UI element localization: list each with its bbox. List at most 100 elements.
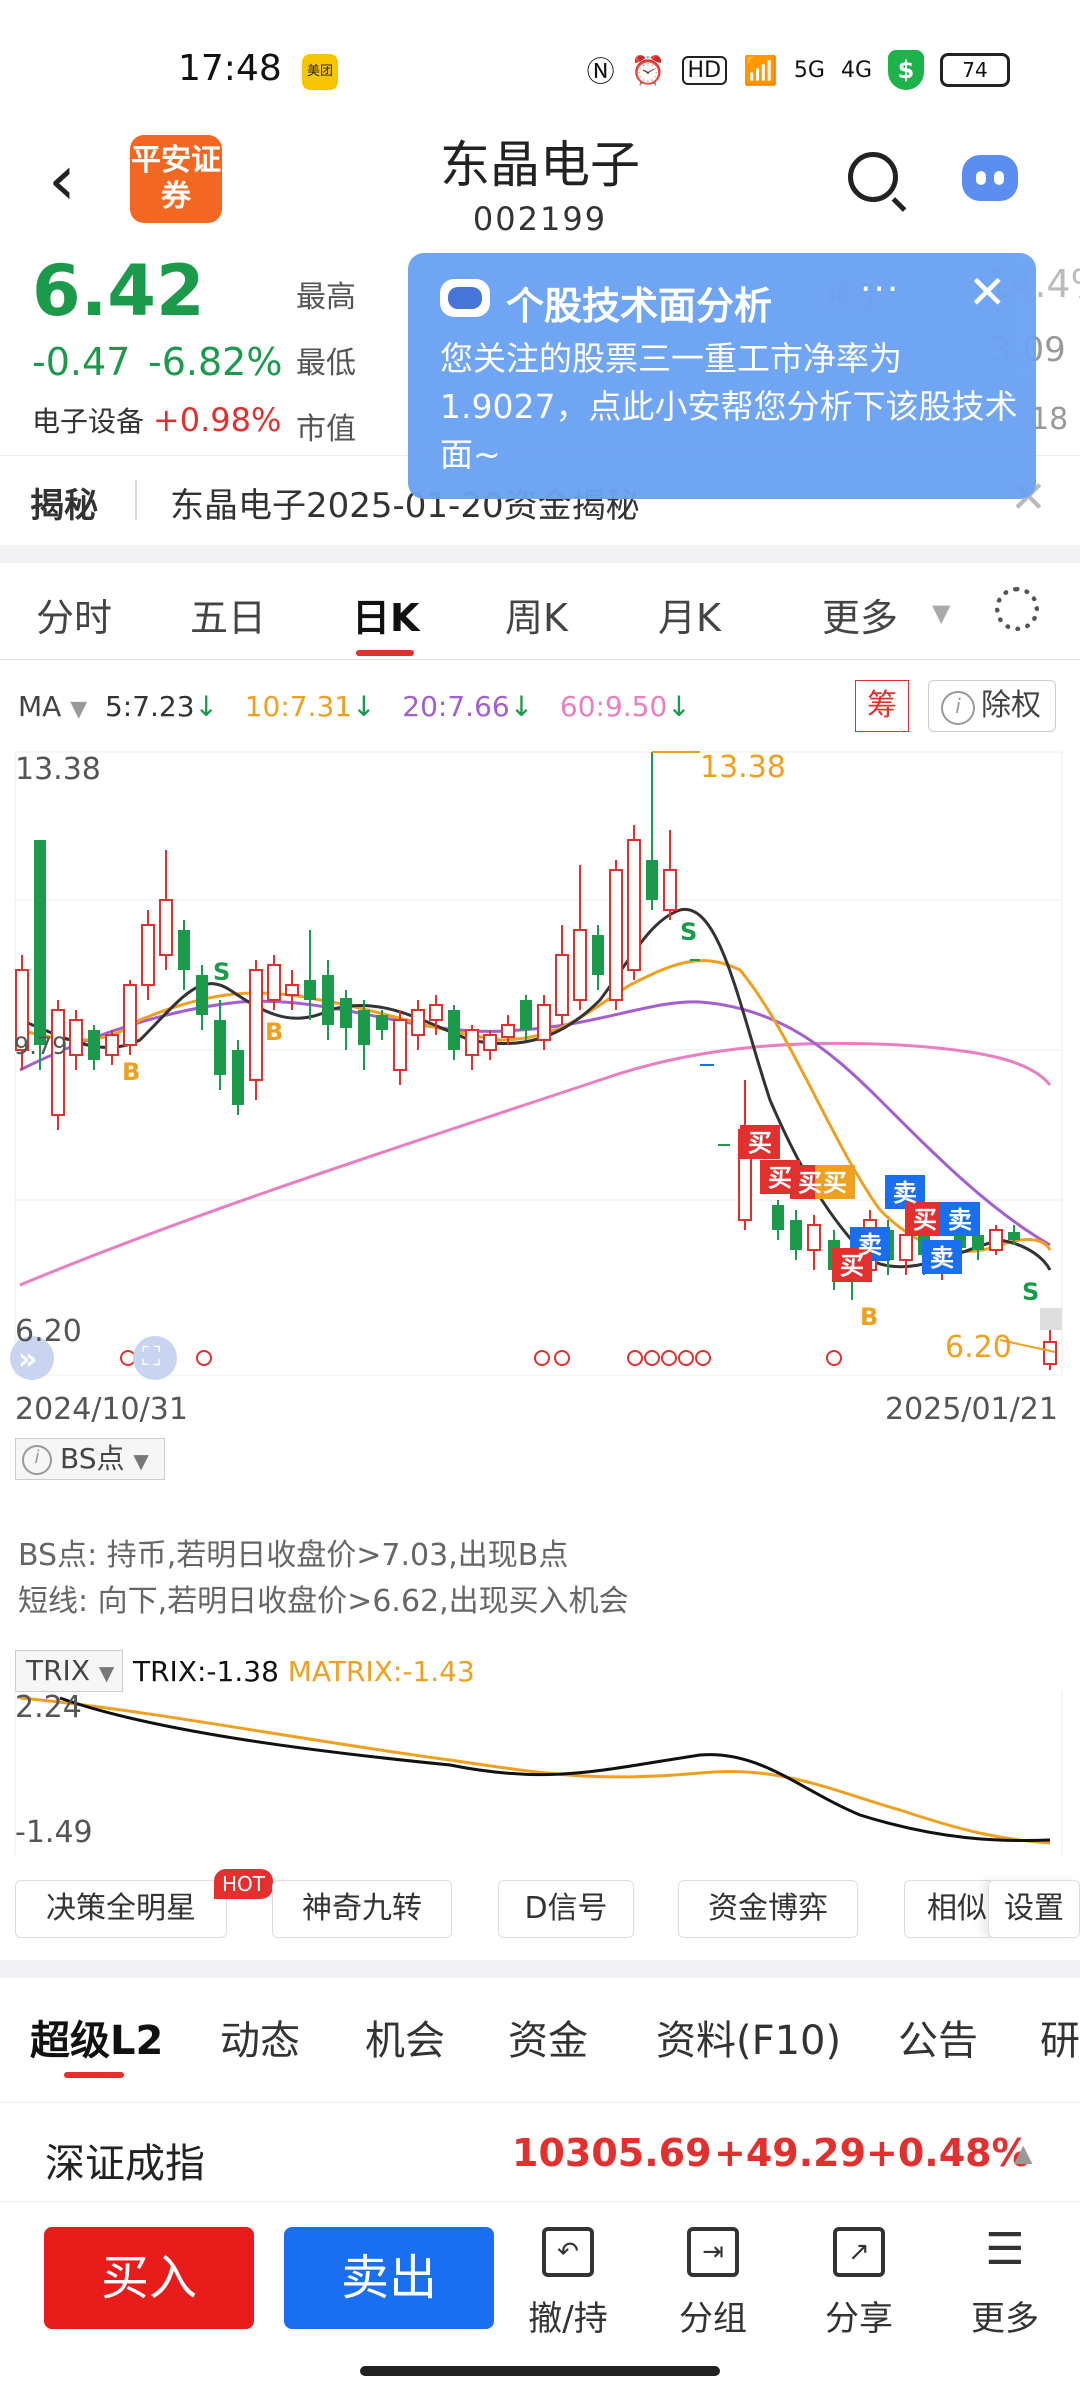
down-arrow-icon: ↓ (667, 690, 691, 723)
gear-icon[interactable] (995, 587, 1039, 631)
indicator-settings-button[interactable]: 设置 (988, 1880, 1080, 1938)
bs-label: BS点 (60, 1442, 125, 1475)
group-button[interactable]: ⇥ 分组 (668, 2227, 758, 2340)
indicator-label: 决策全明星 (46, 1891, 196, 1926)
ma60-line (19, 1041, 1052, 1287)
candlesticks (15, 752, 1057, 1370)
tab-weekly-k[interactable]: 周K (505, 587, 568, 642)
cancel-hold-button[interactable]: ↶ 撤/持 (523, 2227, 613, 2340)
trix-chart[interactable]: 2.24 -1.49 (0, 1690, 1080, 1860)
y-max-label: 13.38 (15, 752, 101, 787)
down-arrow-icon: ↓ (194, 690, 219, 723)
tab-capital[interactable]: 资金 (508, 2008, 588, 2066)
divider (135, 480, 137, 520)
kline-chart[interactable]: 买 买 买 买 卖 买 卖 卖 买 卖 S B B S B S 13.38 6.… (0, 740, 1080, 1390)
price-change: -0.47 (32, 340, 131, 384)
signal-5g-icon: 5G (793, 57, 825, 83)
y-mid-label: 9.79 (14, 1032, 68, 1060)
indicator-d-signal[interactable]: D信号 (498, 1880, 634, 1938)
b-tag: B (860, 1303, 878, 1331)
low-marker-label: 6.20 (945, 1330, 1012, 1365)
current-price: 6.42 (32, 250, 205, 332)
chip-distribution-button[interactable]: 筹 (855, 680, 909, 732)
indicator-buttons: 决策全明星 HOT 神奇九转 D信号 资金博弈 相似 设置 (0, 1869, 1080, 1940)
tab-opportunity[interactable]: 机会 (365, 2008, 445, 2066)
security-shield-icon: $ (888, 50, 924, 90)
expand-icon[interactable]: » (18, 1342, 37, 1377)
indicator-similar[interactable]: 相似 (904, 1880, 994, 1938)
indicator-fund-game[interactable]: 资金博弈 (678, 1880, 858, 1938)
bs-line-2: 短线: 向下,若明日收盘价>6.62,出现买入机会 (18, 1584, 629, 1619)
more-button[interactable]: ☰ 更多 (960, 2227, 1050, 2340)
tab-super-l2[interactable]: 超级L2 (30, 2008, 163, 2066)
ma-legend: MA ▼ 5:7.23↓ 10:7.31↓ 20:7.66↓ 60:9.50↓ (18, 690, 691, 723)
tab-intraday[interactable]: 分时 (36, 587, 112, 642)
b-tag: B (122, 1058, 140, 1086)
matrix-value: MATRIX:-1.43 (287, 1655, 475, 1688)
buy-button[interactable]: 买入 (44, 2227, 254, 2329)
sell-tag: 卖 (948, 1206, 972, 1234)
s-tag: S (680, 918, 697, 946)
tab-research[interactable]: 研 (1040, 2008, 1080, 2066)
indicator-nine-turns[interactable]: 神奇九转 (272, 1880, 452, 1938)
close-icon[interactable]: ✕ (968, 265, 1007, 319)
b-tag: B (265, 1018, 283, 1046)
tab-five-day[interactable]: 五日 (190, 587, 266, 642)
kline-svg: 买 买 买 买 卖 买 卖 卖 买 卖 S B B S B S (10, 751, 1063, 1380)
tab-more[interactable]: 更多 (822, 587, 898, 642)
buy-tag: 买 (798, 1169, 822, 1197)
bs-markers (10, 751, 1062, 1380)
trix-label: TRIX (26, 1654, 90, 1687)
ma20-value: 20:7.66 (402, 690, 510, 723)
index-ticker[interactable]: 深证成指 10305.69 +49.29 +0.48% ▲ (0, 2102, 1080, 2202)
dropdown-icon[interactable]: ▼ (932, 599, 950, 627)
section-separator (0, 545, 1080, 563)
expand-up-icon[interactable]: ▲ (1014, 2139, 1032, 2167)
sector-name: 电子设备 (32, 405, 145, 438)
sector-info[interactable]: 电子设备 +0.98% (32, 400, 281, 440)
ex-rights-button[interactable]: 除权 (928, 680, 1056, 732)
fullscreen-icon[interactable]: ⛶ (142, 1342, 160, 1373)
buy-tag: 买 (768, 1164, 792, 1192)
tab-monthly-k[interactable]: 月K (658, 587, 721, 642)
action-label: 撤/持 (528, 2299, 608, 2339)
bs-indicator-select[interactable]: BS点 ▼ (15, 1438, 165, 1480)
sell-tag: 卖 (930, 1244, 954, 1272)
tab-news[interactable]: 动态 (220, 2008, 300, 2066)
reveal-label: 揭秘 (30, 486, 98, 526)
section-separator (0, 1960, 1080, 1978)
matrix-line (19, 1696, 1051, 1845)
tab-announcement[interactable]: 公告 (898, 2008, 978, 2066)
more-icon[interactable]: ··· (860, 269, 900, 310)
status-icons: Ⓝ ⏰ HD 📶 5G 4G $ 74 (587, 50, 1010, 90)
chart-grid (14, 751, 1063, 1376)
index-change: +49.29 (714, 2131, 867, 2175)
share-button[interactable]: ↗ 分享 (814, 2227, 904, 2340)
sell-button[interactable]: 卖出 (284, 2227, 494, 2329)
s-tag: S (213, 958, 230, 986)
battery-icon: 74 (940, 53, 1010, 87)
buy-tag: 买 (840, 1252, 864, 1280)
ma-dropdown-icon[interactable]: ▼ (70, 697, 87, 722)
analysis-popup[interactable]: 个股技术面分析 ··· ✕ 您关注的股票三一重工市净率为1.9027，点此小安帮… (408, 253, 1036, 499)
label-low: 最低 (296, 346, 356, 381)
tab-f10[interactable]: 资料(F10) (656, 2008, 841, 2066)
alarm-icon: ⏰ (630, 53, 666, 87)
index-name: 深证成指 (45, 2141, 205, 2187)
ai-assistant-icon[interactable] (962, 155, 1018, 201)
trix-svg (14, 1690, 1063, 1855)
home-indicator[interactable] (360, 2366, 720, 2376)
tab-daily-k[interactable]: 日K (352, 587, 419, 642)
popup-message[interactable]: 您关注的股票三一重工市净率为1.9027，点此小安帮您分析下该股技术面~ (440, 335, 1020, 479)
trix-indicator-select[interactable]: TRIX ▼ (15, 1650, 123, 1692)
action-label: 更多 (971, 2299, 1039, 2339)
sell-tag: 卖 (893, 1179, 917, 1207)
ma5-value: 5:7.23 (104, 690, 195, 723)
trix-dropdown-icon: ▼ (98, 1661, 115, 1685)
signal-4g-icon: 4G (840, 57, 872, 83)
robot-icon (440, 279, 490, 317)
search-icon[interactable] (848, 152, 898, 202)
buy-tag: 买 (913, 1206, 937, 1234)
indicator-decision-star[interactable]: 决策全明星 HOT (15, 1869, 273, 1938)
ma-label[interactable]: MA (18, 690, 61, 723)
